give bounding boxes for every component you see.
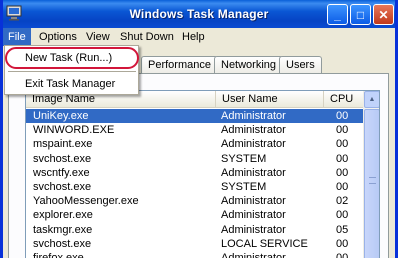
table-row[interactable]: svchost.exe SYSTEM 00 bbox=[26, 180, 364, 194]
menu-item-exit-task-manager[interactable]: Exit Task Manager bbox=[7, 75, 137, 93]
menu-bar: File Options View Shut Down Help bbox=[3, 28, 395, 46]
vertical-scrollbar[interactable]: ▲ bbox=[363, 91, 379, 258]
tab-users[interactable]: Users bbox=[279, 56, 322, 74]
table-row[interactable]: svchost.exe LOCAL SERVICE 00 bbox=[26, 237, 364, 251]
process-name-cell: firefox.exe bbox=[33, 251, 84, 258]
user-name-cell: Administrator bbox=[221, 209, 286, 222]
process-name-cell: wscntfy.exe bbox=[33, 166, 90, 179]
user-name-cell: Administrator bbox=[221, 251, 286, 258]
process-name-cell: WINWORD.EXE bbox=[33, 124, 115, 137]
table-row[interactable]: explorer.exe Administrator 00 bbox=[26, 208, 364, 222]
menu-separator bbox=[8, 71, 136, 72]
user-name-cell: Administrator bbox=[221, 223, 286, 236]
cpu-cell: 05 bbox=[336, 223, 349, 236]
cpu-cell: 00 bbox=[336, 251, 349, 258]
process-name-cell: svchost.exe bbox=[33, 180, 92, 193]
table-row[interactable]: firefox.exe Administrator 00 bbox=[26, 251, 364, 258]
process-name-cell: svchost.exe bbox=[33, 237, 92, 250]
process-name-cell: taskmgr.exe bbox=[33, 223, 93, 236]
table-row[interactable]: WINWORD.EXE Administrator 00 bbox=[26, 123, 364, 137]
tab-performance[interactable]: Performance bbox=[141, 56, 218, 74]
process-rows: UniKey.exe Administrator 00 WINWORD.EXE Admi… bbox=[26, 109, 364, 258]
cpu-cell: 00 bbox=[336, 180, 349, 193]
cpu-cell: 00 bbox=[336, 110, 349, 122]
maximize-icon: □ bbox=[356, 7, 365, 22]
process-name-cell: svchost.exe bbox=[33, 152, 92, 165]
process-name-cell: mspaint.exe bbox=[33, 138, 93, 151]
cpu-cell: 00 bbox=[336, 209, 349, 222]
menu-shut-down[interactable]: Shut Down bbox=[115, 28, 179, 46]
cpu-cell: 02 bbox=[336, 195, 349, 208]
scroll-up-button[interactable]: ▲ bbox=[364, 91, 379, 108]
cpu-cell: 00 bbox=[336, 152, 349, 165]
title-bar[interactable]: Windows Task Manager _ □ ✕ bbox=[3, 0, 395, 28]
menu-options[interactable]: Options bbox=[34, 28, 82, 46]
table-row[interactable]: YahooMessenger.exe Administrator 02 bbox=[26, 194, 364, 208]
cpu-cell: 00 bbox=[336, 166, 349, 179]
process-name-cell: explorer.exe bbox=[33, 209, 93, 222]
user-name-cell: Administrator bbox=[221, 166, 286, 179]
user-name-cell: LOCAL SERVICE bbox=[221, 237, 308, 250]
tab-networking[interactable]: Networking bbox=[214, 56, 284, 74]
minimize-icon: _ bbox=[334, 7, 341, 22]
cpu-cell: 00 bbox=[336, 138, 349, 151]
grip-icon bbox=[369, 177, 376, 184]
close-icon: ✕ bbox=[378, 7, 389, 22]
column-cpu[interactable]: CPU bbox=[324, 91, 364, 108]
maximize-button[interactable]: □ bbox=[350, 4, 371, 25]
menu-help[interactable]: Help bbox=[177, 28, 210, 46]
table-row[interactable]: mspaint.exe Administrator 00 bbox=[26, 137, 364, 151]
table-row[interactable]: UniKey.exe Administrator 00 bbox=[26, 109, 364, 124]
user-name-cell: SYSTEM bbox=[221, 152, 267, 165]
scroll-thumb[interactable] bbox=[364, 109, 379, 258]
user-name-cell: Administrator bbox=[221, 195, 286, 208]
task-manager-window: Windows Task Manager _ □ ✕ File Options … bbox=[0, 0, 398, 258]
table-row[interactable]: wscntfy.exe Administrator 00 bbox=[26, 166, 364, 180]
process-name-cell: YahooMessenger.exe bbox=[33, 195, 139, 208]
process-list[interactable]: Image Name User Name CPU UniKey.exe Admin… bbox=[25, 90, 380, 258]
annotation-highlight bbox=[5, 47, 139, 69]
table-row[interactable]: taskmgr.exe Administrator 05 bbox=[26, 223, 364, 237]
close-button[interactable]: ✕ bbox=[373, 4, 394, 25]
minimize-button[interactable]: _ bbox=[327, 4, 348, 25]
user-name-cell: Administrator bbox=[221, 110, 286, 122]
user-name-cell: Administrator bbox=[221, 124, 286, 137]
cpu-cell: 00 bbox=[336, 237, 349, 250]
arrow-up-icon: ▲ bbox=[368, 96, 376, 103]
table-row[interactable]: svchost.exe SYSTEM 00 bbox=[26, 152, 364, 166]
user-name-cell: SYSTEM bbox=[221, 180, 267, 193]
user-name-cell: Administrator bbox=[221, 138, 286, 151]
column-user-name[interactable]: User Name bbox=[216, 91, 324, 108]
cpu-cell: 00 bbox=[336, 124, 349, 137]
process-name-cell: UniKey.exe bbox=[33, 110, 89, 122]
menu-view[interactable]: View bbox=[81, 28, 115, 46]
menu-file[interactable]: File bbox=[3, 28, 31, 46]
